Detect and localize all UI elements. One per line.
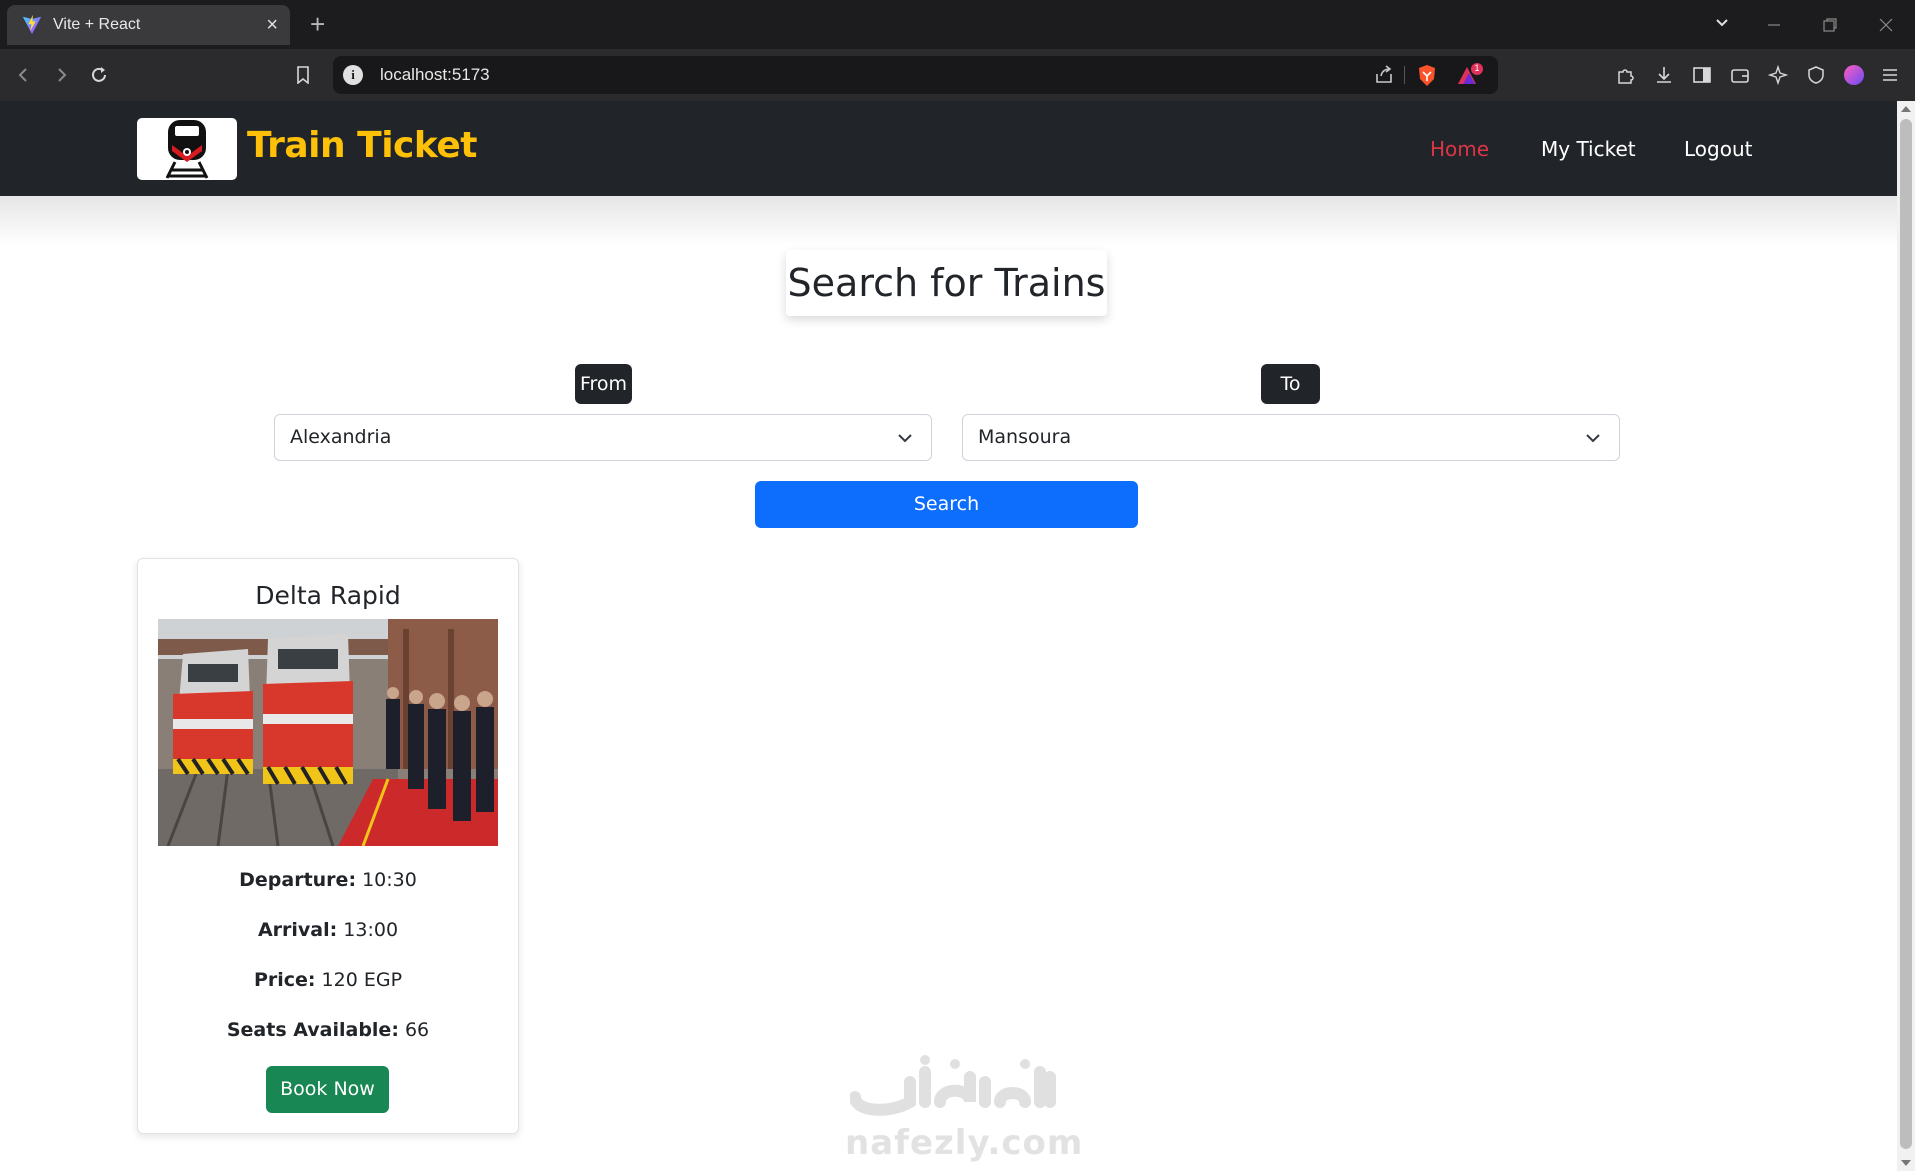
search-button[interactable]: Search [755, 481, 1138, 528]
urlbar-divider [1404, 66, 1405, 84]
page-title: Search for Trains [786, 250, 1107, 316]
nafezly-watermark-text: nafezly.com [845, 1123, 1084, 1163]
from-station-select[interactable]: Alexandria [274, 414, 932, 461]
restore-icon[interactable] [1822, 17, 1838, 33]
downloads-button[interactable] [1650, 61, 1678, 89]
vite-icon [22, 14, 42, 35]
close-window-icon[interactable] [1878, 17, 1894, 33]
scroll-up-arrow-icon[interactable] [1901, 106, 1911, 112]
from-label: From [575, 364, 632, 404]
nav-link-my-ticket[interactable]: My Ticket [1541, 137, 1636, 161]
new-tab-button[interactable]: + [310, 10, 325, 38]
leo-ai-button[interactable] [1764, 61, 1792, 89]
train-card: Delta Rapid Departure: 10:30 Arrival: 13… [137, 558, 519, 1134]
seats-line: Seats Available: 66 [138, 1019, 518, 1041]
departure-time: 10:30 [362, 869, 417, 891]
nav-link-logout[interactable]: Logout [1684, 137, 1752, 161]
address-bar[interactable]: i localhost:5173 1 [333, 56, 1498, 94]
seats-label: Seats Available: [226, 1019, 399, 1041]
departure-label: Departure: [239, 869, 357, 891]
book-now-button[interactable]: Book Now [266, 1066, 389, 1113]
tab-list-chevron-icon[interactable] [1714, 15, 1730, 31]
wallet-icon [1731, 69, 1749, 83]
sidebar-button[interactable] [1688, 61, 1716, 89]
arrival-time: 13:00 [343, 919, 399, 941]
back-button[interactable] [10, 61, 38, 89]
arrival-line: Arrival: 13:00 [138, 919, 518, 941]
vpn-button[interactable] [1802, 61, 1830, 89]
seats-value: 66 [404, 1019, 430, 1041]
departure-line: Departure: 10:30 [138, 869, 518, 891]
price-value: 120 EGP [321, 969, 403, 991]
close-tab-icon[interactable]: × [266, 15, 278, 35]
train-photo [158, 619, 498, 846]
sidebar-icon [1693, 67, 1711, 83]
brand-name[interactable]: Train Ticket [247, 125, 478, 166]
to-station-select[interactable]: Mansoura [962, 414, 1620, 461]
chevron-down-icon [1586, 434, 1600, 443]
menu-button[interactable] [1876, 61, 1904, 89]
nafezly-watermark-logo [850, 1055, 1056, 1116]
url-text[interactable]: localhost:5173 [380, 65, 490, 85]
from-station-value: Alexandria [290, 426, 392, 448]
brave-shield-icon[interactable] [1416, 64, 1438, 88]
site-info-icon[interactable]: i [343, 65, 363, 85]
reload-button[interactable] [85, 61, 113, 89]
train-logo-icon [165, 120, 209, 179]
to-station-value: Mansoura [978, 426, 1072, 448]
tab-title: Vite + React [53, 16, 141, 33]
app-navbar: Train Ticket Home My Ticket Logout [0, 101, 1897, 196]
extensions-button[interactable] [1612, 61, 1640, 89]
back-arrow-icon [18, 68, 27, 82]
navbar-shadow [0, 196, 1897, 246]
page-scrollbar[interactable] [1897, 101, 1915, 1171]
browser-tab[interactable]: Vite + React × [7, 5, 290, 45]
nav-link-home[interactable]: Home [1430, 137, 1489, 161]
forward-arrow-icon [58, 68, 67, 82]
bookmark-button[interactable] [289, 61, 317, 89]
arrival-label: Arrival: [257, 919, 338, 941]
wallet-button[interactable] [1726, 61, 1754, 89]
price-label: Price: [253, 969, 316, 991]
profile-avatar-icon [1844, 65, 1864, 85]
sparkle-icon [1768, 65, 1788, 85]
puzzle-icon [1618, 69, 1634, 84]
price-line: Price: 120 EGP [138, 969, 518, 991]
rewards-badge-count: 1 [1474, 63, 1480, 73]
share-icon[interactable] [1373, 64, 1395, 86]
reload-icon [92, 67, 106, 82]
browser-toolbar: i localhost:5173 1 [0, 49, 1915, 101]
download-icon [1657, 67, 1671, 83]
shield-icon [1808, 66, 1824, 84]
scrollbar-thumb[interactable] [1900, 119, 1912, 1149]
forward-button[interactable] [47, 61, 75, 89]
profile-button[interactable] [1840, 61, 1868, 89]
train-name: Delta Rapid [255, 581, 401, 610]
chevron-down-icon [898, 434, 912, 443]
to-label: To [1261, 364, 1320, 404]
scroll-down-arrow-icon[interactable] [1901, 1160, 1911, 1166]
minimize-icon[interactable] [1766, 17, 1782, 33]
train-logo[interactable] [137, 118, 237, 180]
bookmark-icon [297, 66, 309, 84]
browser-tab-bar: Vite + React × + [0, 0, 1915, 49]
hamburger-menu-icon [1883, 69, 1897, 81]
